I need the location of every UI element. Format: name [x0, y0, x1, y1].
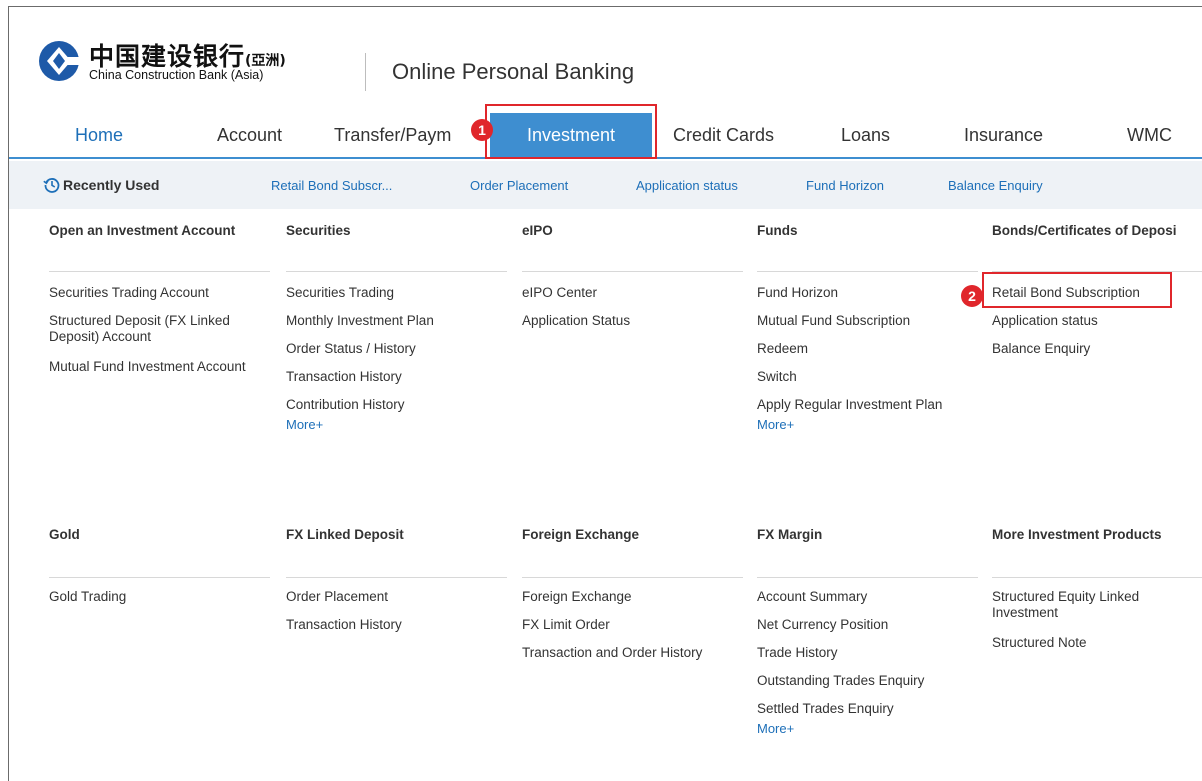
link-fx-order-placement[interactable]: Order Placement	[286, 589, 388, 605]
link-structured-equity-linked-investment[interactable]: Structured Equity Linked Investment	[992, 589, 1182, 621]
brand-name-cn: 中国建设银行	[89, 42, 246, 71]
link-eipo-application-status[interactable]: Application Status	[522, 313, 630, 329]
nav-home[interactable]: Home	[75, 125, 123, 146]
heading-eipo: eIPO	[522, 223, 553, 238]
link-bond-balance-enquiry[interactable]: Balance Enquiry	[992, 341, 1090, 357]
link-gold-trading[interactable]: Gold Trading	[49, 589, 126, 605]
link-apply-regular-investment-plan[interactable]: Apply Regular Investment Plan	[757, 397, 942, 413]
link-transaction-history[interactable]: Transaction History	[286, 369, 402, 385]
link-securities-trading-account[interactable]: Securities Trading Account	[49, 285, 264, 301]
nav-insurance[interactable]: Insurance	[964, 125, 1043, 146]
heading-fx-margin: FX Margin	[757, 527, 823, 542]
recent-link-fund-horizon[interactable]: Fund Horizon	[806, 178, 884, 193]
column-divider	[522, 577, 743, 578]
heading-funds: Funds	[757, 223, 798, 238]
heading-foreign-exchange: Foreign Exchange	[522, 527, 640, 542]
link-monthly-investment-plan[interactable]: Monthly Investment Plan	[286, 313, 434, 329]
link-structured-note[interactable]: Structured Note	[992, 635, 1087, 651]
recently-used-title: Recently Used	[63, 177, 160, 193]
recent-link-balance-enquiry[interactable]: Balance Enquiry	[948, 178, 1043, 193]
link-structured-deposit-account[interactable]: Structured Deposit (FX Linked Deposit) A…	[49, 313, 264, 345]
recently-used-bar: Recently Used Retail Bond Subscr... Orde…	[9, 161, 1202, 209]
link-foreign-exchange[interactable]: Foreign Exchange	[522, 589, 632, 605]
link-securities-trading[interactable]: Securities Trading	[286, 285, 394, 301]
heading-securities: Securities	[286, 223, 351, 238]
link-account-summary[interactable]: Account Summary	[757, 589, 867, 605]
column-divider	[286, 271, 507, 272]
column-divider	[286, 577, 507, 578]
more-securities-link[interactable]: More+	[286, 417, 323, 432]
column-divider	[992, 577, 1202, 578]
more-funds-link[interactable]: More+	[757, 417, 794, 432]
column-divider	[49, 271, 270, 272]
heading-bonds-cds: Bonds/Certificates of Deposi	[992, 223, 1177, 238]
ccb-logo-icon	[39, 41, 81, 81]
more-fx-margin-link[interactable]: More+	[757, 721, 794, 736]
link-order-status-history[interactable]: Order Status / History	[286, 341, 416, 357]
history-clock-icon	[43, 178, 60, 193]
browser-frame: 中国建设银行(亞洲) China Construction Bank (Asia…	[8, 6, 1202, 781]
column-divider	[992, 271, 1202, 272]
recent-link-application-status[interactable]: Application status	[636, 178, 738, 193]
nav-account[interactable]: Account	[217, 125, 282, 146]
link-trade-history[interactable]: Trade History	[757, 645, 838, 661]
brand-name-english: China Construction Bank (Asia)	[89, 68, 264, 82]
recent-link-retail-bond[interactable]: Retail Bond Subscr...	[271, 178, 392, 193]
heading-gold: Gold	[49, 527, 80, 542]
heading-more-investment-products: More Investment Products	[992, 527, 1162, 542]
portal-title: Online Personal Banking	[392, 59, 635, 84]
column-divider	[522, 271, 743, 272]
nav-credit-cards[interactable]: Credit Cards	[673, 125, 774, 146]
link-fund-horizon[interactable]: Fund Horizon	[757, 285, 838, 301]
heading-fx-linked-deposit: FX Linked Deposit	[286, 527, 404, 542]
step-2-badge: 2	[961, 285, 983, 307]
main-nav: Home Account Transfer/Paym Investment Cr…	[9, 111, 1202, 159]
nav-loans[interactable]: Loans	[841, 125, 890, 146]
link-mutual-fund-subscription[interactable]: Mutual Fund Subscription	[757, 313, 910, 329]
link-retail-bond-subscription[interactable]: Retail Bond Subscription	[992, 285, 1140, 301]
link-contribution-history[interactable]: Contribution History	[286, 397, 405, 413]
link-net-currency-position[interactable]: Net Currency Position	[757, 617, 888, 633]
link-settled-trades-enquiry[interactable]: Settled Trades Enquiry	[757, 701, 894, 717]
recent-link-order-placement[interactable]: Order Placement	[470, 178, 568, 193]
nav-investment[interactable]: Investment	[490, 113, 652, 157]
brand-region-cn: (亞洲)	[245, 53, 286, 69]
column-divider	[757, 577, 978, 578]
nav-wmc[interactable]: WMC	[1127, 125, 1172, 146]
nav-transfer-payment[interactable]: Transfer/Paym	[334, 125, 451, 146]
link-bond-application-status[interactable]: Application status	[992, 313, 1098, 329]
header-divider	[365, 53, 366, 91]
heading-open-investment-account: Open an Investment Account	[49, 223, 236, 238]
column-divider	[757, 271, 978, 272]
link-fx-transaction-history[interactable]: Transaction History	[286, 617, 402, 633]
link-switch[interactable]: Switch	[757, 369, 797, 385]
link-eipo-center[interactable]: eIPO Center	[522, 285, 597, 301]
link-outstanding-trades-enquiry[interactable]: Outstanding Trades Enquiry	[757, 673, 924, 689]
link-transaction-order-history[interactable]: Transaction and Order History	[522, 645, 702, 661]
link-redeem[interactable]: Redeem	[757, 341, 808, 357]
step-1-badge: 1	[471, 119, 493, 141]
column-divider	[49, 577, 270, 578]
link-mutual-fund-investment-account[interactable]: Mutual Fund Investment Account	[49, 359, 249, 375]
link-fx-limit-order[interactable]: FX Limit Order	[522, 617, 610, 633]
